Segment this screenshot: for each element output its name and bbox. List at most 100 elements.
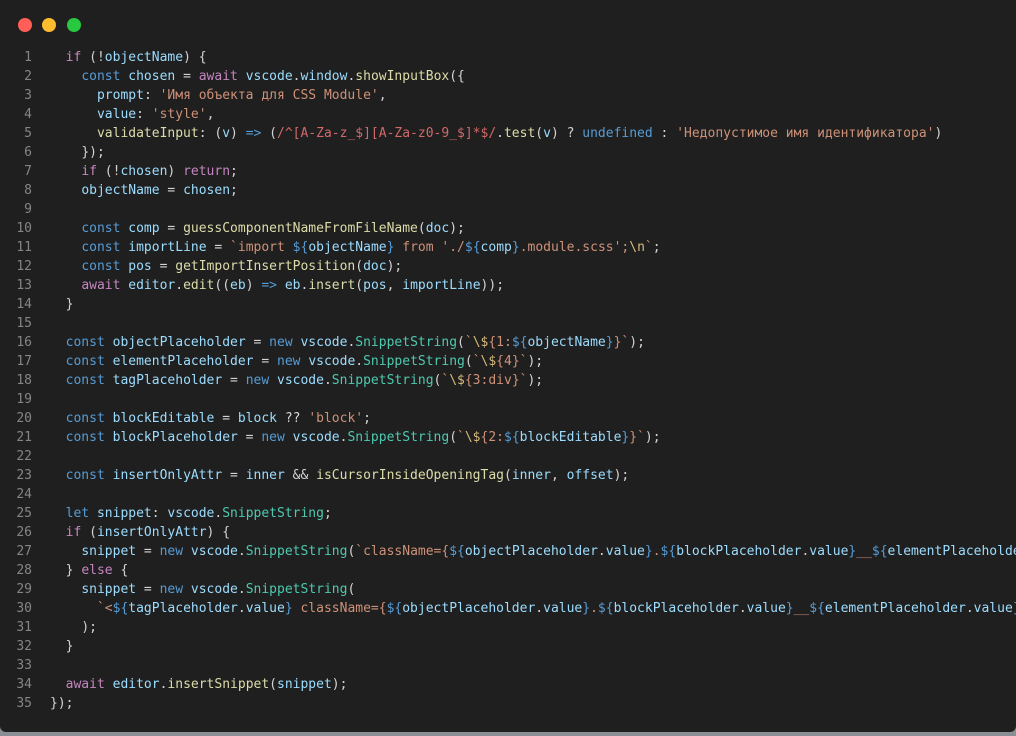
code-line[interactable]: 2 const chosen = await vscode.window.sho… (0, 67, 1016, 86)
code-token: }); (50, 696, 74, 711)
code-line[interactable]: 33 (0, 656, 1016, 675)
code-line[interactable]: 7 if (!chosen) return; (0, 162, 1016, 181)
code-token: snippet (81, 582, 137, 597)
code-line[interactable]: 24 (0, 485, 1016, 504)
code-text: }); (50, 143, 104, 162)
code-line[interactable]: 17 const elementPlaceholder = new vscode… (0, 352, 1016, 371)
code-line[interactable]: 16 const objectPlaceholder = new vscode.… (0, 333, 1016, 352)
code-token: ${ (871, 544, 888, 559)
code-token: snippet (277, 677, 332, 692)
code-token: ); (81, 620, 97, 635)
code-token: value (973, 601, 1013, 616)
code-line[interactable]: 35}); (0, 694, 1016, 713)
code-token: objectPlaceholder (402, 601, 536, 616)
code-token: const (81, 221, 129, 236)
code-line[interactable]: 15 (0, 314, 1016, 333)
line-number: 26 (16, 525, 32, 540)
code-token: )); (480, 278, 505, 293)
line-number: 18 (16, 373, 32, 388)
code-line[interactable]: 14 } (0, 295, 1016, 314)
code-token: ; (363, 411, 371, 426)
code-line[interactable]: 29 snippet = new vscode.SnippetString( (0, 580, 1016, 599)
code-line[interactable]: 3 prompt: 'Имя объекта для CSS Module', (0, 86, 1016, 105)
line-number: 31 (16, 620, 32, 635)
code-text: const insertOnlyAttr = inner && isCursor… (50, 466, 630, 485)
code-line[interactable]: 1 if (!objectName) { (0, 48, 1016, 67)
code-token: } (511, 240, 520, 255)
code-line[interactable]: 19 (0, 390, 1016, 409)
code-token: snippet (81, 544, 137, 559)
code-token: new (159, 582, 191, 597)
line-number: 27 (16, 544, 32, 559)
code-line[interactable]: 20 const blockEditable = block ?? 'block… (0, 409, 1016, 428)
code-token: objectPlaceholder (112, 335, 246, 350)
close-button[interactable] (18, 18, 32, 32)
line-number: 2 (24, 69, 32, 84)
code-token: : (143, 88, 160, 103)
line-number: 34 (16, 677, 32, 692)
code-token: value (96, 107, 137, 122)
code-line[interactable]: 23 const insertOnlyAttr = inner && isCur… (0, 466, 1016, 485)
code-token: ); (644, 430, 661, 445)
code-token: = (222, 468, 246, 483)
code-line[interactable]: 13 await editor.edit((eb) => eb.insert(p… (0, 276, 1016, 295)
minimize-button[interactable] (42, 18, 56, 32)
code-line[interactable]: 27 snippet = new vscode.SnippetString(`c… (0, 542, 1016, 561)
code-line[interactable]: 9 (0, 200, 1016, 219)
code-line[interactable]: 22 (0, 447, 1016, 466)
code-line[interactable]: 18 const tagPlaceholder = new vscode.Sni… (0, 371, 1016, 390)
code-token: ${ (112, 601, 129, 616)
code-text: prompt: 'Имя объекта для CSS Module', (50, 86, 387, 105)
line-number: 32 (16, 639, 32, 654)
code-token: ` (472, 354, 481, 369)
code-token: ${ (597, 601, 614, 616)
code-token: ` (464, 335, 473, 350)
code-line[interactable]: 25 let snippet: vscode.SnippetString; (0, 504, 1016, 523)
code-token: { (112, 563, 129, 578)
code-token: /^[A-Za-z_$][A-Za-z0-9_$]*$/ (277, 126, 497, 141)
code-token: ${ (809, 601, 825, 616)
code-line[interactable]: 30 `<${tagPlaceholder.value} className={… (0, 599, 1016, 618)
code-token: guessComponentNameFromFileName (183, 221, 418, 236)
code-token: } (65, 297, 74, 312)
code-line[interactable]: 11 const importLine = `import ${objectNa… (0, 238, 1016, 257)
code-token: . (965, 601, 974, 616)
code-token: validateInput (96, 126, 199, 141)
code-line[interactable]: 26 if (insertOnlyAttr) { (0, 523, 1016, 542)
line-number: 13 (16, 278, 32, 293)
code-token: prompt (96, 88, 144, 103)
code-token: }` (613, 335, 630, 350)
code-token: tagPlaceholder (112, 373, 223, 388)
code-token: v (543, 126, 551, 141)
code-token: new (159, 544, 191, 559)
code-line[interactable]: 6 }); (0, 143, 1016, 162)
code-line[interactable]: 28 } else { (0, 561, 1016, 580)
code-token: ) (245, 278, 262, 293)
code-editor[interactable]: 1 if (!objectName) {2 const chosen = awa… (0, 48, 1016, 713)
code-line[interactable]: 10 const comp = guessComponentNameFromFi… (0, 219, 1016, 238)
code-line[interactable]: 32 } (0, 637, 1016, 656)
code-line[interactable]: 34 await editor.insertSnippet(snippet); (0, 675, 1016, 694)
code-token: `className={ (355, 544, 450, 559)
code-line[interactable]: 8 objectName = chosen; (0, 181, 1016, 200)
maximize-button[interactable] (67, 18, 81, 32)
code-line[interactable]: 5 validateInput: (v) => (/^[A-Za-z_$][A-… (0, 124, 1016, 143)
title-bar (0, 0, 1016, 48)
code-token: showInputBox (355, 69, 450, 84)
code-line[interactable]: 21 const blockPlaceholder = new vscode.S… (0, 428, 1016, 447)
code-line[interactable]: 12 const pos = getImportInsertPosition(d… (0, 257, 1016, 276)
code-line[interactable]: 31 ); (0, 618, 1016, 637)
code-token: const (65, 468, 113, 483)
code-token: {2: (480, 430, 504, 445)
code-token: vscode (245, 69, 293, 84)
code-token: SnippetString (347, 430, 450, 445)
line-number: 35 (16, 696, 32, 711)
code-line[interactable]: 4 value: 'style', (0, 105, 1016, 124)
code-token: const (81, 240, 129, 255)
